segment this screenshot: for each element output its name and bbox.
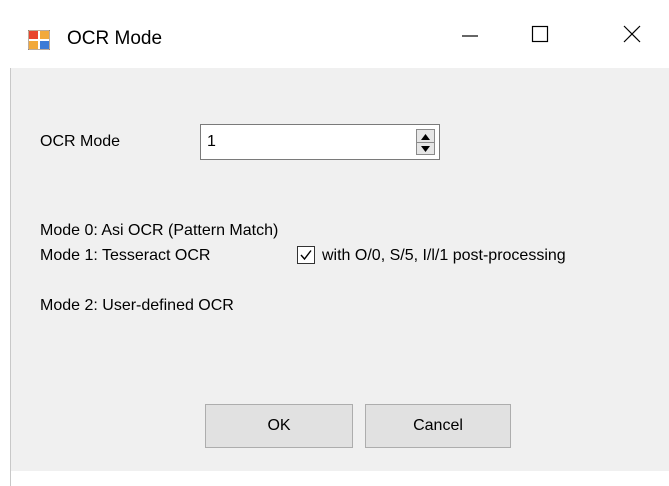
postprocess-checkbox[interactable] xyxy=(297,246,315,264)
ocr-mode-label: OCR Mode xyxy=(40,133,121,150)
spin-down-button[interactable] xyxy=(417,142,434,154)
maximize-button[interactable] xyxy=(517,16,563,56)
close-button[interactable] xyxy=(609,16,655,56)
cancel-button[interactable]: Cancel xyxy=(365,404,511,448)
mode-0-description: Mode 0: Asi OCR (Pattern Match) xyxy=(40,222,279,239)
minimize-button[interactable] xyxy=(447,16,493,56)
window-bottom-edge xyxy=(11,471,669,486)
title-bar[interactable]: OCR Mode xyxy=(0,0,669,68)
ocr-mode-spinner[interactable] xyxy=(416,129,435,155)
windows-form-icon xyxy=(27,29,51,51)
postprocess-label[interactable]: with O/0, S/5, I/l/1 post-processing xyxy=(322,247,566,265)
ocr-mode-dialog: OCR Mode OCR Mode 1 Mode 0: Asi OCR (Pat… xyxy=(0,0,669,486)
arrow-down-icon xyxy=(421,139,430,157)
ocr-mode-numeric-input[interactable]: 1 xyxy=(200,124,440,160)
ok-button[interactable]: OK xyxy=(205,404,353,448)
minimize-icon xyxy=(460,24,480,49)
mode-2-description: Mode 2: User-defined OCR xyxy=(40,297,234,314)
close-icon xyxy=(622,24,642,49)
window-title: OCR Mode xyxy=(67,28,163,49)
window-left-border xyxy=(10,68,11,486)
maximize-icon xyxy=(530,24,550,49)
ocr-mode-value[interactable]: 1 xyxy=(207,133,216,151)
mode-1-description: Mode 1: Tesseract OCR xyxy=(40,247,211,264)
